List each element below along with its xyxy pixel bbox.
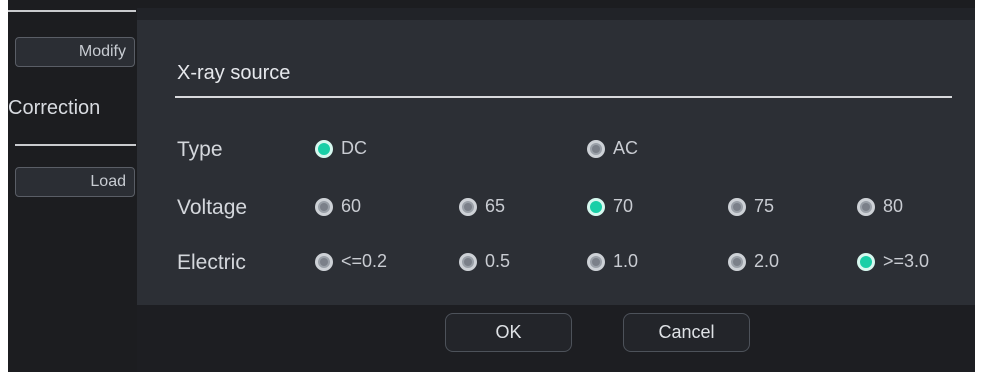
type-option-ac[interactable]: AC (587, 138, 638, 159)
electric-option-0-2[interactable]: <=0.2 (315, 251, 387, 272)
top-divider (8, 10, 136, 12)
voltage-option-60[interactable]: 60 (315, 196, 361, 217)
title-underline (175, 96, 952, 98)
radio-selected-icon (315, 139, 333, 158)
radio-unselected-icon (728, 197, 746, 216)
option-label: 65 (485, 196, 506, 216)
correction-divider (15, 144, 136, 146)
option-label: <=0.2 (341, 251, 388, 271)
option-label: 60 (341, 196, 362, 216)
radio-unselected-icon (459, 252, 477, 271)
option-label: >=3.0 (883, 251, 930, 271)
voltage-option-65[interactable]: 65 (459, 196, 505, 217)
voltage-option-80[interactable]: 80 (857, 196, 903, 217)
xray-source-dialog: X-ray source Type DC AC Voltage 60 65 70… (137, 8, 975, 372)
type-label: Type (177, 138, 223, 161)
electric-option-0-5[interactable]: 0.5 (459, 251, 510, 272)
voltage-option-75[interactable]: 75 (728, 196, 774, 217)
type-option-dc[interactable]: DC (315, 138, 367, 159)
radio-unselected-icon (459, 197, 477, 216)
option-label: 0.5 (485, 251, 511, 271)
dialog-footer: OK Cancel (137, 305, 975, 372)
radio-unselected-icon (315, 252, 333, 271)
radio-unselected-icon (587, 252, 605, 271)
radio-unselected-icon (728, 252, 746, 271)
load-button[interactable]: Load (15, 167, 135, 197)
dialog-title: X-ray source (177, 62, 291, 84)
voltage-label: Voltage (177, 196, 248, 219)
dialog-top-strip (137, 8, 975, 20)
radio-selected-icon (587, 197, 605, 216)
radio-unselected-icon (857, 197, 875, 216)
cancel-button[interactable]: Cancel (623, 313, 750, 352)
option-label: 80 (883, 196, 904, 216)
radio-unselected-icon (315, 197, 333, 216)
option-label: 75 (754, 196, 775, 216)
option-label: 70 (613, 196, 634, 216)
electric-label: Electric (177, 251, 246, 274)
app-window: Modify Correction Load X-ray source Type… (8, 0, 975, 372)
electric-option-3-0[interactable]: >=3.0 (857, 251, 929, 272)
radio-unselected-icon (587, 139, 605, 158)
option-label: DC (341, 138, 367, 158)
ok-button[interactable]: OK (445, 313, 572, 352)
correction-label: Correction (8, 97, 101, 119)
electric-option-1-0[interactable]: 1.0 (587, 251, 638, 272)
option-label: 2.0 (754, 251, 780, 271)
option-label: AC (613, 138, 639, 158)
electric-option-2-0[interactable]: 2.0 (728, 251, 779, 272)
option-label: 1.0 (613, 251, 639, 271)
radio-selected-icon (857, 252, 875, 271)
modify-button[interactable]: Modify (15, 37, 135, 67)
voltage-option-70[interactable]: 70 (587, 196, 633, 217)
